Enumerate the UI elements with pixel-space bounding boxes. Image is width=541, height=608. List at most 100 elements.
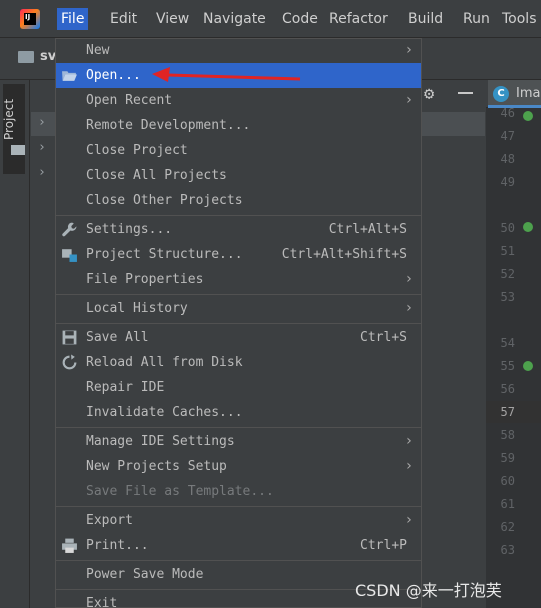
- folder-icon: [11, 145, 25, 155]
- shortcut-label: Ctrl+Alt+Shift+S: [281, 247, 407, 262]
- menu-item-open-recent[interactable]: Open Recent ›: [56, 88, 421, 113]
- annotation-arrow-icon: [152, 67, 301, 82]
- shortcut-label: Ctrl+Alt+S: [328, 222, 407, 237]
- minimize-icon[interactable]: [458, 92, 473, 94]
- menu-item-save-file-as-template: Save File as Template...: [56, 479, 421, 504]
- menu-item-label: Open Recent: [86, 93, 173, 108]
- print-icon: [62, 538, 77, 553]
- line-number-current: 57: [500, 405, 515, 419]
- menu-item-label: Save All: [86, 330, 149, 345]
- menu-item-label: Repair IDE: [86, 380, 165, 395]
- project-name[interactable]: sv: [40, 49, 56, 64]
- menu-item-label: Close All Projects: [86, 168, 227, 183]
- menu-item-remote-development[interactable]: Remote Development...: [56, 113, 421, 138]
- menu-item-close-project[interactable]: Close Project: [56, 138, 421, 163]
- menu-item-local-history[interactable]: Local History ›: [56, 296, 421, 321]
- menu-bar: IJ File Edit View Navigate Code Refactor…: [0, 0, 541, 38]
- menu-file[interactable]: File: [57, 8, 89, 30]
- menu-run[interactable]: Run: [459, 8, 494, 30]
- menu-item-label: New Projects Setup: [86, 459, 227, 474]
- reload-icon: [62, 354, 77, 370]
- chevron-right-icon[interactable]: ›: [38, 115, 46, 130]
- line-number: 54: [500, 336, 515, 350]
- gear-icon[interactable]: ⚙: [424, 84, 434, 104]
- menu-separator: [56, 323, 421, 324]
- line-number: 56: [500, 382, 515, 396]
- editor-tab-label[interactable]: Ima: [516, 86, 540, 101]
- menu-view[interactable]: View: [152, 8, 193, 30]
- menu-item-close-all-projects[interactable]: Close All Projects: [56, 163, 421, 188]
- implemented-gutter-icon[interactable]: [523, 361, 533, 371]
- line-number: 49: [500, 175, 515, 189]
- menu-item-label: Settings...: [86, 222, 173, 237]
- line-number: 46: [500, 106, 515, 120]
- shortcut-label: Ctrl+P: [360, 538, 407, 553]
- menu-tools[interactable]: Tools: [498, 8, 541, 30]
- menu-item-close-other-projects[interactable]: Close Other Projects: [56, 188, 421, 213]
- wrench-icon: [62, 222, 77, 237]
- project-folder-icon: [18, 51, 34, 63]
- shortcut-label: Ctrl+S: [360, 330, 407, 345]
- menu-item-label: Save File as Template...: [86, 484, 274, 499]
- menu-item-label: Reload All from Disk: [86, 355, 243, 370]
- implements-gutter-icon[interactable]: [523, 111, 533, 121]
- line-number: 50: [500, 221, 515, 235]
- chevron-right-icon: ›: [404, 42, 413, 58]
- project-structure-icon: [62, 249, 77, 262]
- chevron-right-icon[interactable]: ›: [38, 165, 46, 180]
- chevron-right-icon[interactable]: ›: [38, 140, 46, 155]
- chevron-right-icon: ›: [404, 300, 413, 316]
- menu-item-label: Power Save Mode: [86, 567, 204, 582]
- class-file-icon: C: [493, 86, 509, 102]
- line-number: 61: [500, 497, 515, 511]
- menu-item-reload-all[interactable]: Reload All from Disk: [56, 350, 421, 375]
- line-number: 51: [500, 244, 515, 258]
- menu-separator: [56, 506, 421, 507]
- menu-separator: [56, 294, 421, 295]
- chevron-right-icon: ›: [404, 458, 413, 474]
- chevron-right-icon: ›: [404, 433, 413, 449]
- menu-item-project-structure[interactable]: Project Structure... Ctrl+Alt+Shift+S: [56, 242, 421, 267]
- menu-item-label: Invalidate Caches...: [86, 405, 243, 420]
- menu-edit[interactable]: Edit: [106, 8, 141, 30]
- menu-code[interactable]: Code: [278, 8, 322, 30]
- line-number: 47: [500, 129, 515, 143]
- save-icon: [62, 330, 77, 345]
- menu-item-label: Close Project: [86, 143, 188, 158]
- override-gutter-icon[interactable]: [523, 222, 533, 232]
- menu-item-label: Manage IDE Settings: [86, 434, 235, 449]
- menu-item-manage-ide-settings[interactable]: Manage IDE Settings ›: [56, 429, 421, 454]
- line-number: 62: [500, 520, 515, 534]
- line-number: 55: [500, 359, 515, 373]
- watermark-text: CSDN @来一打泡芙: [355, 581, 502, 600]
- line-number: 48: [500, 152, 515, 166]
- line-number: 63: [500, 543, 515, 557]
- menu-item-file-properties[interactable]: File Properties ›: [56, 267, 421, 292]
- menu-item-label: Print...: [86, 538, 149, 553]
- menu-item-label: Exit: [86, 596, 118, 608]
- menu-item-settings[interactable]: Settings... Ctrl+Alt+S: [56, 217, 421, 242]
- intellij-logo-icon[interactable]: IJ: [20, 9, 40, 29]
- line-number: 60: [500, 474, 515, 488]
- menu-item-label: File Properties: [86, 272, 204, 287]
- menu-item-new[interactable]: New ›: [56, 38, 421, 63]
- menu-item-print[interactable]: Print... Ctrl+P: [56, 533, 421, 558]
- menu-item-label: Project Structure...: [86, 247, 243, 262]
- menu-build[interactable]: Build: [404, 8, 447, 30]
- menu-item-repair-ide[interactable]: Repair IDE: [56, 375, 421, 400]
- chevron-right-icon: ›: [404, 271, 413, 287]
- menu-item-invalidate-caches[interactable]: Invalidate Caches...: [56, 400, 421, 425]
- menu-item-label: Open...: [86, 68, 141, 83]
- menu-item-label: Local History: [86, 301, 188, 316]
- folder-open-icon: [62, 71, 77, 81]
- menu-item-new-projects-setup[interactable]: New Projects Setup ›: [56, 454, 421, 479]
- menu-item-export[interactable]: Export ›: [56, 508, 421, 533]
- chevron-right-icon: ›: [404, 92, 413, 108]
- menu-refactor[interactable]: Refactor: [325, 8, 392, 30]
- menu-separator: [56, 215, 421, 216]
- project-tool-tab-label: Project: [2, 98, 16, 140]
- menu-item-label: Close Other Projects: [86, 193, 243, 208]
- menu-item-save-all[interactable]: Save All Ctrl+S: [56, 325, 421, 350]
- menu-separator: [56, 427, 421, 428]
- menu-navigate[interactable]: Navigate: [199, 8, 270, 30]
